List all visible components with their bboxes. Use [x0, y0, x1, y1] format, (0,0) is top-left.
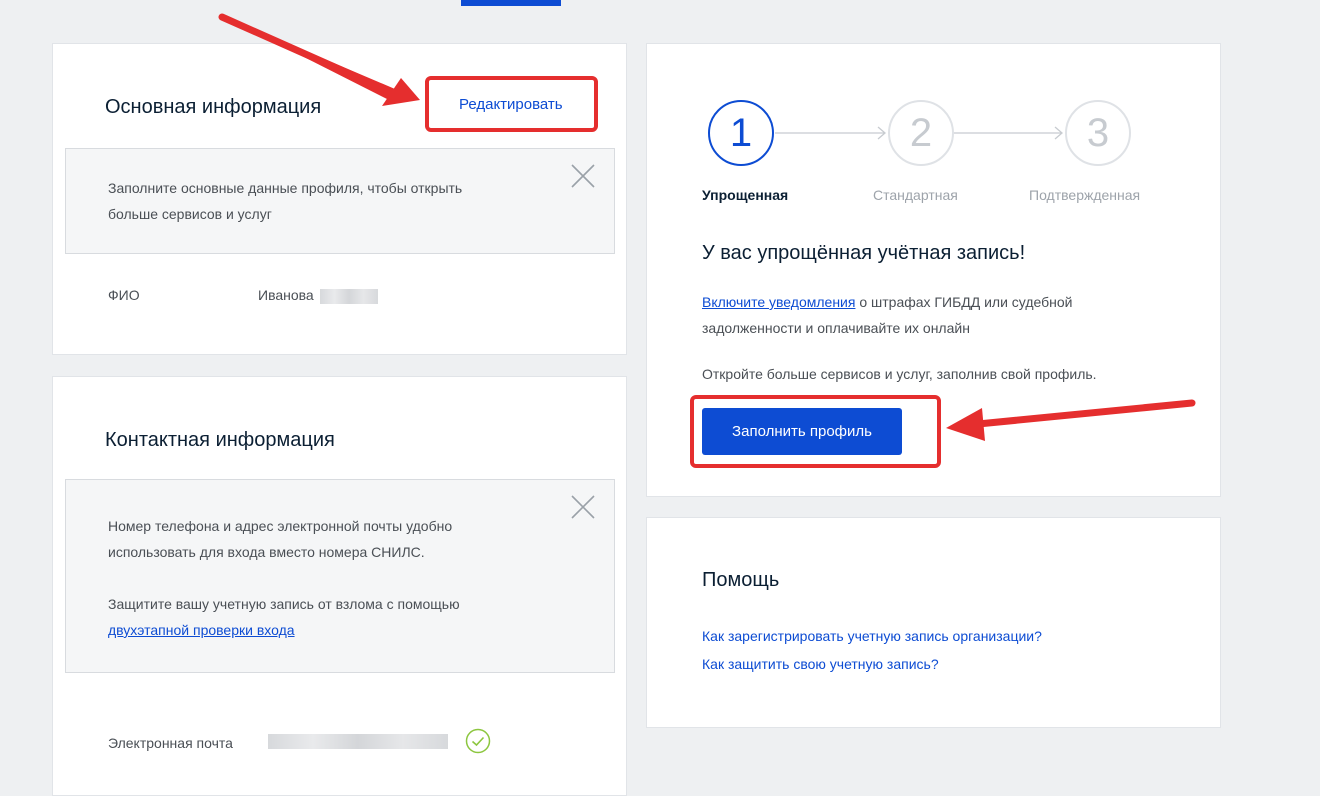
step-connector-arrow	[954, 126, 1063, 140]
step-3-number: 3	[1086, 110, 1110, 155]
fio-label: ФИО	[108, 287, 140, 303]
redacted-name	[319, 288, 378, 304]
active-tab-indicator	[461, 0, 561, 6]
step-2-label: Стандартная	[873, 187, 958, 203]
annotation-box-fill-profile	[690, 395, 941, 468]
two-step-verification-link[interactable]: двухэтапной проверки входа	[108, 622, 295, 638]
basic-info-notice: Заполните основные данные профиля, чтобы…	[65, 148, 615, 254]
contact-info-notice: Номер телефона и адрес электронной почты…	[65, 479, 615, 673]
step-connector-arrow	[775, 126, 886, 140]
basic-info-title: Основная информация	[105, 96, 322, 118]
step-3-circle: 3	[1065, 100, 1131, 166]
help-card: Помощь Как зарегистрировать учетную запи…	[646, 517, 1221, 728]
close-icon[interactable]	[570, 163, 596, 189]
contact-info-title: Контактная информация	[105, 429, 335, 451]
fio-value: Иванова	[258, 287, 314, 303]
step-1-label: Упрощенная	[702, 187, 789, 203]
account-status-heading: У вас упрощённая учётная запись!	[702, 242, 1026, 264]
step-1-circle: 1	[708, 100, 774, 166]
enable-notifications-link[interactable]: Включите уведомления	[702, 294, 855, 310]
contact-notice-text-2: Защитите вашу учетную запись от взлома с…	[108, 596, 460, 612]
step-3-label: Подтвержденная	[1029, 187, 1141, 203]
notifications-text: Включите уведомления о штрафах ГИБДД или…	[702, 289, 1132, 341]
contact-notice-text-1: Номер телефона и адрес электронной почты…	[108, 518, 453, 560]
verified-check-icon	[465, 728, 491, 754]
annotation-box-edit	[425, 76, 598, 132]
close-icon[interactable]	[570, 494, 596, 520]
help-link-protect-account[interactable]: Как защитить свою учетную запись?	[702, 656, 939, 672]
redacted-email	[268, 734, 448, 749]
more-services-text: Откройте больше сервисов и услуг, заполн…	[702, 366, 1097, 382]
step-2-number: 2	[909, 110, 933, 155]
step-1-number: 1	[729, 110, 753, 155]
email-label: Электронная почта	[108, 735, 233, 751]
help-link-register-organization[interactable]: Как зарегистрировать учетную запись орга…	[702, 628, 1042, 644]
help-title: Помощь	[702, 569, 780, 591]
fio-value-row: Иванова	[258, 287, 378, 304]
basic-info-notice-text: Заполните основные данные профиля, чтобы…	[108, 180, 463, 222]
step-2-circle: 2	[888, 100, 954, 166]
contact-info-card: Контактная информация Номер телефона и а…	[52, 376, 627, 796]
